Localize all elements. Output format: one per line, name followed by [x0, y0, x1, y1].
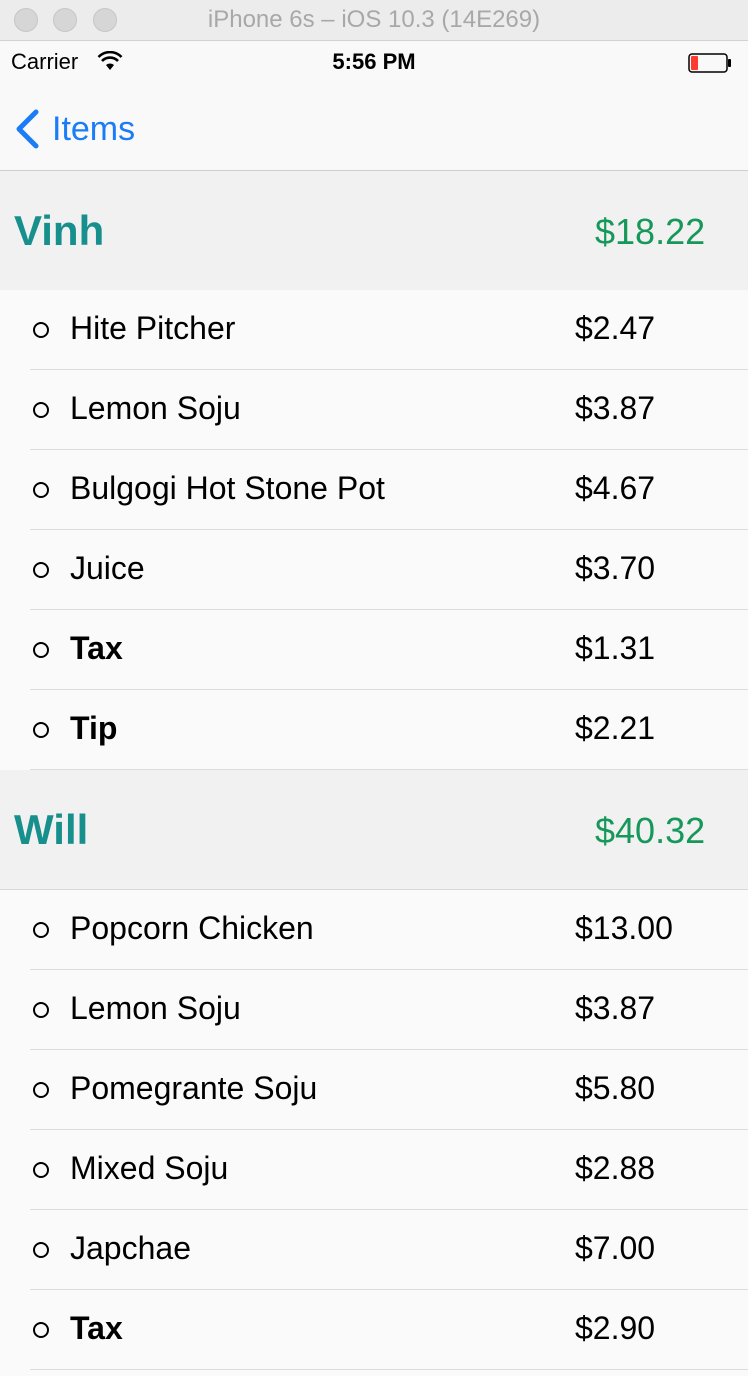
list-item[interactable]: Hite Pitcher $2.47	[0, 290, 748, 370]
item-name: Mixed Soju	[70, 1150, 229, 1186]
item-name: Hite Pitcher	[70, 310, 236, 346]
person-total: $40.32	[595, 810, 706, 851]
circle-icon	[33, 482, 49, 498]
list-item-tax[interactable]: Tax $1.31	[0, 610, 748, 690]
list-item[interactable]: Mixed Soju $2.88	[0, 1130, 748, 1210]
circle-icon	[33, 322, 49, 338]
item-name: Lemon Soju	[70, 390, 241, 426]
navigation-bar: Items	[0, 81, 748, 171]
item-price: $2.90	[575, 1310, 656, 1346]
item-name: Tip	[70, 710, 118, 746]
item-price: $5.80	[575, 1070, 656, 1106]
circle-icon	[33, 1242, 49, 1258]
status-time: 5:56 PM	[332, 49, 416, 74]
back-button[interactable]: Items	[14, 107, 135, 151]
simulator-titlebar: iPhone 6s – iOS 10.3 (14E269)	[0, 0, 748, 41]
item-price: $2.88	[575, 1150, 656, 1186]
circle-icon	[33, 402, 49, 418]
list-item[interactable]: Lemon Soju $3.87	[0, 370, 748, 450]
person-name: Vinh	[14, 207, 105, 254]
circle-icon	[33, 922, 49, 938]
item-price: $3.87	[575, 990, 656, 1026]
circle-icon	[33, 722, 49, 738]
item-price: $7.00	[575, 1230, 656, 1266]
item-name: Juice	[70, 550, 145, 586]
list-item[interactable]: Juice $3.70	[0, 530, 748, 610]
list-item[interactable]: Pomegrante Soju $5.80	[0, 1050, 748, 1130]
item-name: Japchae	[70, 1230, 191, 1266]
list-item[interactable]: Bulgogi Hot Stone Pot $4.67	[0, 450, 748, 530]
list-item[interactable]: Popcorn Chicken $13.00	[0, 890, 748, 970]
item-name: Popcorn Chicken	[70, 910, 314, 946]
item-price: $13.00	[575, 910, 673, 946]
item-price: $3.87	[575, 390, 656, 426]
list-item[interactable]: Japchae $7.00	[0, 1210, 748, 1290]
item-name: Bulgogi Hot Stone Pot	[70, 470, 385, 506]
item-price: $2.21	[575, 710, 656, 746]
item-name: Tax	[70, 630, 123, 666]
list-item-tax[interactable]: Tax $2.90	[0, 1290, 748, 1370]
circle-icon	[33, 1082, 49, 1098]
item-name: Pomegrante Soju	[70, 1070, 318, 1106]
item-name: Tax	[70, 1310, 123, 1346]
status-bar: Carrier 5:56 PM	[0, 41, 748, 81]
circle-icon	[33, 562, 49, 578]
list-item-tip[interactable]: Tip $2.21	[0, 690, 748, 770]
item-price: $4.67	[575, 470, 656, 506]
back-button-label: Items	[52, 109, 136, 148]
person-name: Will	[14, 806, 89, 853]
circle-icon	[33, 642, 49, 658]
section-header-will: Will $40.32	[0, 770, 748, 890]
person-total: $18.22	[595, 211, 706, 252]
list-item[interactable]: Lemon Soju $3.87	[0, 970, 748, 1050]
item-name: Lemon Soju	[70, 990, 241, 1026]
item-price: $2.47	[575, 310, 656, 346]
section-header-vinh: Vinh $18.22	[0, 171, 748, 291]
circle-icon	[33, 1002, 49, 1018]
circle-icon	[33, 1162, 49, 1178]
simulator-title: iPhone 6s – iOS 10.3 (14E269)	[207, 6, 541, 33]
item-price: $1.31	[575, 630, 656, 666]
circle-icon	[33, 1322, 49, 1338]
row-divider	[30, 1369, 748, 1370]
chevron-left-icon	[16, 109, 39, 149]
item-price: $3.70	[575, 550, 656, 586]
battery-icon	[688, 53, 731, 73]
